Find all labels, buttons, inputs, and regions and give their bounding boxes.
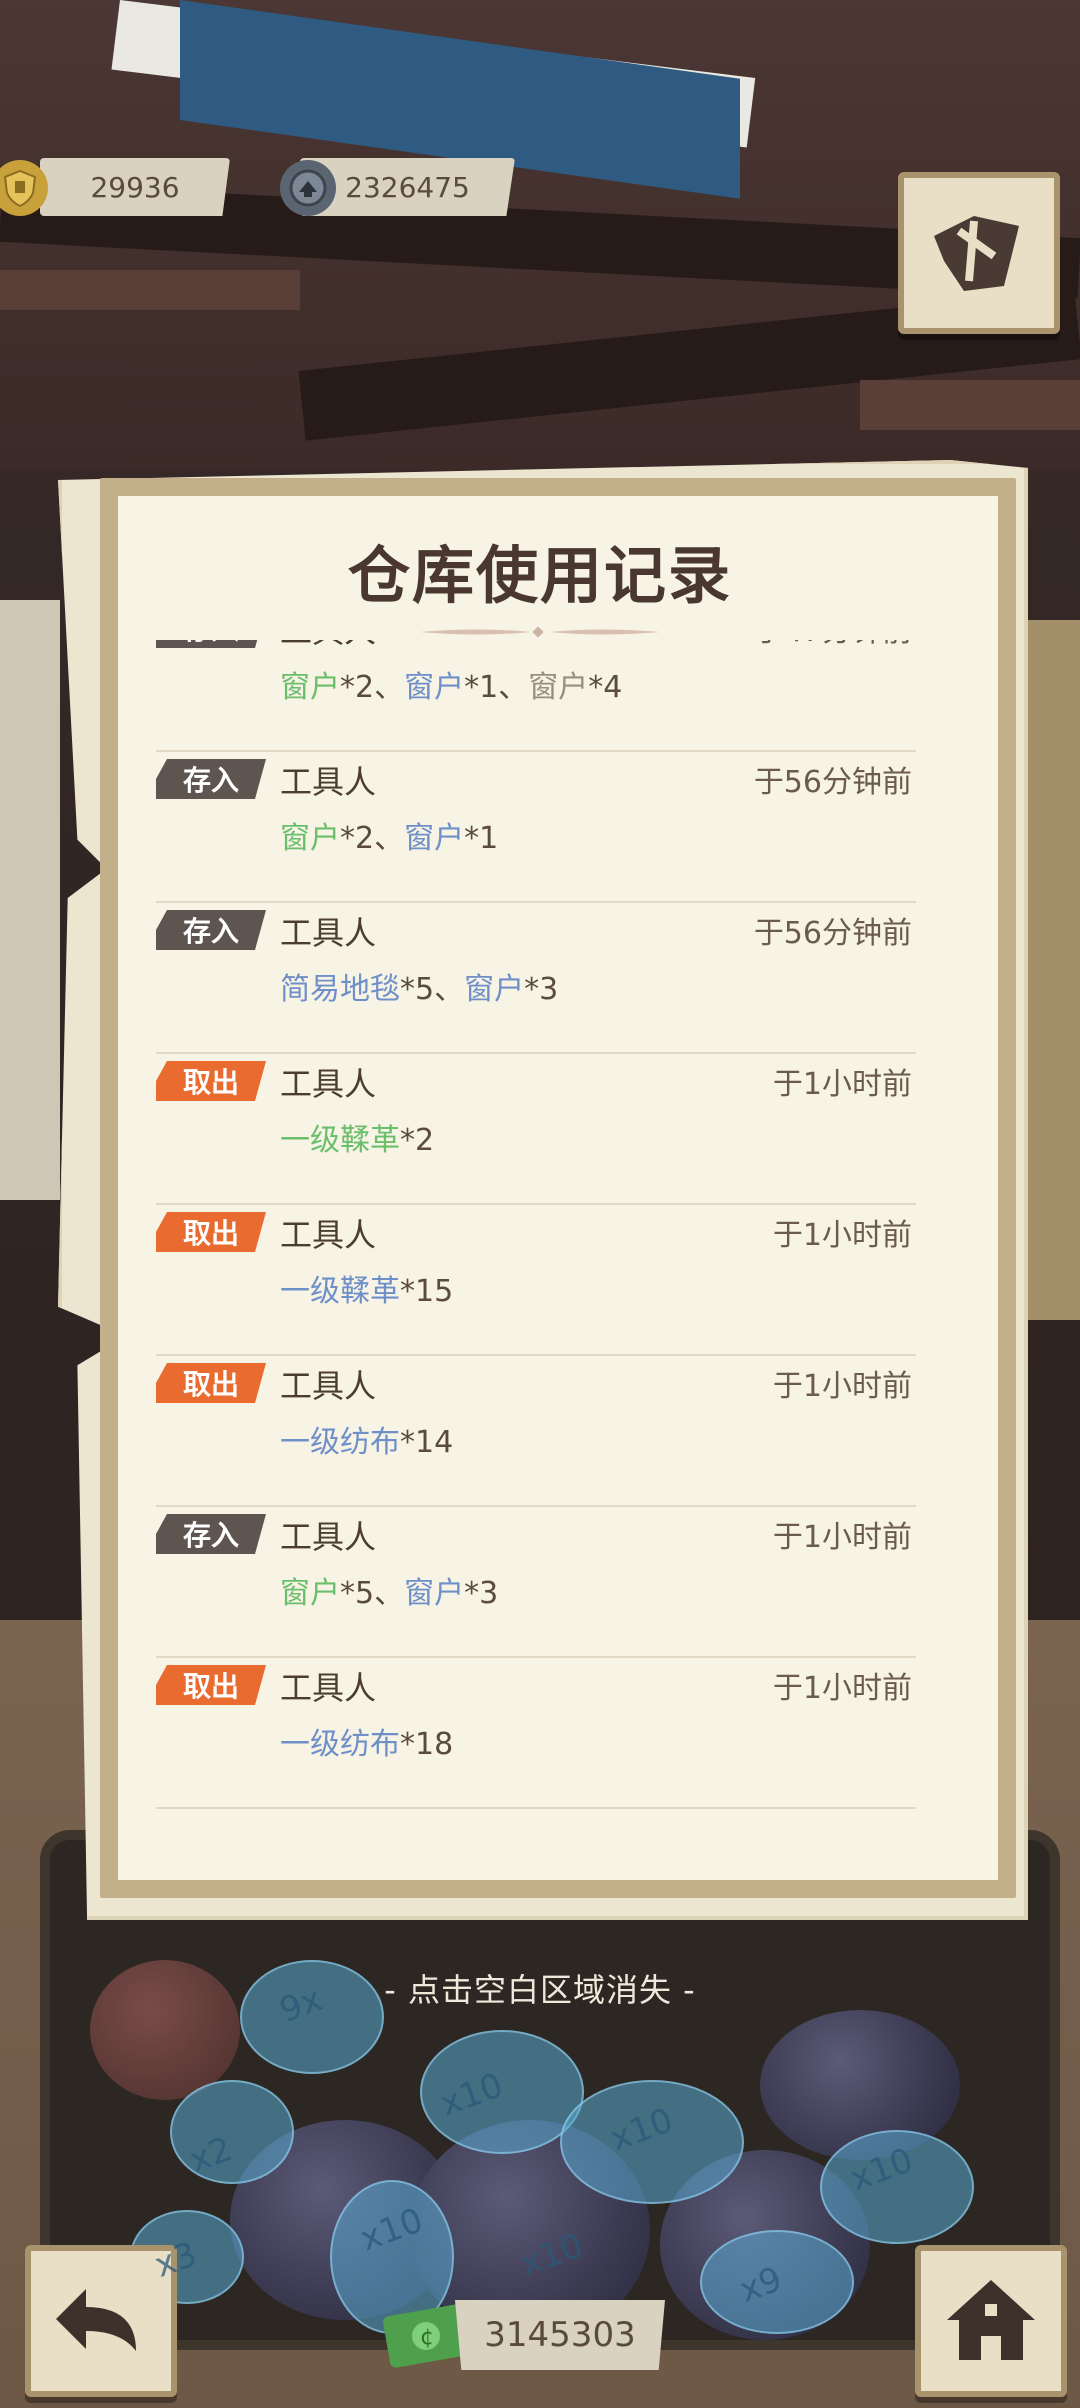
gear-value: 2326475 bbox=[345, 170, 470, 204]
row-divider bbox=[156, 1505, 916, 1507]
page-title: 仓库使用记录 bbox=[347, 539, 732, 612]
withdraw-badge: 取出 bbox=[156, 1061, 266, 1101]
item-quantity: *3 bbox=[524, 972, 559, 1007]
item-quantity: *15 bbox=[400, 1274, 454, 1309]
back-button[interactable] bbox=[25, 2245, 177, 2397]
item-name: 窗户 bbox=[404, 1576, 465, 1611]
record-row: 存入 工具人 于1小时前 窗户*5、窗户*3 bbox=[150, 1508, 930, 1658]
record-items: 一级纺布*18 bbox=[280, 1719, 453, 1763]
map-icon bbox=[924, 201, 1034, 305]
record-actor: 工具人 bbox=[280, 1367, 377, 1405]
item-separator: 、 bbox=[498, 670, 529, 705]
item-name: 窗户 bbox=[404, 670, 465, 705]
item-name: 一级鞣革 bbox=[280, 1123, 400, 1158]
item-name: 简易地毯 bbox=[280, 972, 400, 1007]
record-actor: 工具人 bbox=[280, 763, 377, 801]
wall-cloth bbox=[0, 600, 60, 1200]
record-time: 于56分钟前 bbox=[753, 916, 912, 951]
record-actor: 工具人 bbox=[280, 1669, 377, 1707]
record-actor: 工具人 bbox=[280, 1065, 377, 1103]
item-quantity: *1 bbox=[464, 670, 499, 705]
brick-strip bbox=[0, 270, 300, 310]
gear-icon bbox=[280, 160, 336, 216]
item-separator: 、 bbox=[374, 1576, 405, 1611]
item-name: 一级纺布 bbox=[280, 1425, 400, 1460]
row-divider bbox=[156, 1656, 916, 1658]
record-time: 于1小时前 bbox=[772, 1369, 912, 1404]
record-items: 一级纺布*14 bbox=[280, 1417, 453, 1461]
item-separator: 、 bbox=[374, 821, 405, 856]
item-name: 窗户 bbox=[280, 821, 340, 856]
record-row: 存入工具人于47分钟前窗户*2、窗户*1、窗户*4 bbox=[150, 640, 930, 752]
item-quantity: *18 bbox=[400, 1727, 454, 1762]
cash-value: 3145303 bbox=[484, 2315, 636, 2355]
withdraw-badge: 取出 bbox=[156, 1363, 266, 1403]
item-name: 窗户 bbox=[464, 972, 525, 1007]
item-quantity: *2 bbox=[340, 821, 375, 856]
record-time: 于47分钟前 bbox=[754, 640, 912, 650]
item-name: 一级纺布 bbox=[280, 1727, 400, 1762]
item-name: 窗户 bbox=[528, 670, 589, 705]
row-divider bbox=[156, 1052, 916, 1054]
item-name: 窗户 bbox=[404, 821, 465, 856]
row-divider bbox=[156, 1354, 916, 1356]
record-actor: 工具人 bbox=[280, 914, 377, 952]
home-button[interactable] bbox=[915, 2245, 1067, 2397]
record-time: 于1小时前 bbox=[772, 1520, 912, 1555]
item-name: 窗户 bbox=[280, 670, 340, 705]
item-separator: 、 bbox=[374, 670, 405, 705]
item-name: 一级鞣革 bbox=[280, 1274, 400, 1309]
row-divider bbox=[156, 901, 916, 903]
record-time: 于1小时前 bbox=[772, 1218, 912, 1253]
deposit-badge: 存入 bbox=[156, 759, 266, 799]
title-divider bbox=[420, 627, 660, 637]
svg-text:¢: ¢ bbox=[420, 2325, 434, 2350]
record-items: 一级鞣革*15 bbox=[280, 1266, 453, 1310]
row-divider bbox=[156, 1203, 916, 1205]
record-items: 窗户*5、窗户*3 bbox=[280, 1568, 498, 1612]
record-items: 一级鞣革*2 bbox=[280, 1115, 434, 1159]
record-time: 于1小时前 bbox=[772, 1067, 912, 1102]
record-row: 取出 工具人 于1小时前一级纺布*18 bbox=[150, 1659, 930, 1809]
record-row: 取出 工具人 于1小时前一级鞣革*15 bbox=[150, 1206, 930, 1356]
record-items: 简易地毯*5、窗户*3 bbox=[280, 964, 558, 1008]
record-actor: 工具人 bbox=[280, 1518, 377, 1556]
row-divider bbox=[156, 750, 916, 752]
record-row: 存入 工具人 于56分钟前简易地毯*5、窗户*3 bbox=[150, 904, 930, 1054]
item-quantity: *5 bbox=[340, 1576, 375, 1611]
deposit-badge: 存入 bbox=[156, 1514, 266, 1554]
item-quantity: *3 bbox=[464, 1576, 499, 1611]
record-row: 取出 工具人 于1小时前一级纺布*14 bbox=[150, 1357, 930, 1507]
deposit-badge: 存入 bbox=[156, 910, 266, 950]
withdraw-badge: 取出 bbox=[156, 1212, 266, 1252]
record-row: 取出 工具人 于1小时前一级鞣革*2 bbox=[150, 1055, 930, 1205]
item-quantity: *14 bbox=[400, 1425, 454, 1460]
cash-counter: 3145303 bbox=[455, 2300, 665, 2370]
record-time: 于56分钟前 bbox=[753, 765, 912, 800]
withdraw-badge: 取出 bbox=[156, 1665, 266, 1705]
deposit-badge: 存入 bbox=[156, 640, 266, 648]
brick-strip bbox=[860, 380, 1080, 430]
item-quantity: *5 bbox=[400, 972, 435, 1007]
records-list[interactable]: 存入工具人于47分钟前窗户*2、窗户*1、窗户*4存入工具人于56分钟前窗户*2… bbox=[150, 640, 930, 1840]
back-arrow-icon bbox=[51, 2279, 151, 2363]
item-quantity: *2 bbox=[340, 670, 375, 705]
record-items: 窗户*2、窗户*1、窗户*4 bbox=[280, 662, 622, 706]
item-name: 窗户 bbox=[280, 1576, 340, 1611]
record-time: 于1小时前 bbox=[772, 1671, 912, 1706]
record-items: 窗户*2、窗户*1 bbox=[280, 813, 498, 857]
record-row: 存入 工具人 于56分钟前 窗户*2、窗户*1 bbox=[150, 753, 930, 903]
record-actor: 工具人 bbox=[280, 640, 376, 652]
coin-counter: 29936 bbox=[40, 158, 230, 216]
map-button[interactable] bbox=[898, 172, 1060, 334]
item-quantity: *1 bbox=[464, 821, 499, 856]
coin-value: 29936 bbox=[90, 170, 180, 204]
item-separator: 、 bbox=[434, 972, 465, 1007]
dismiss-hint: - 点击空白区域消失 - bbox=[384, 1971, 696, 2009]
item-quantity: *2 bbox=[400, 1123, 435, 1158]
record-actor: 工具人 bbox=[280, 1216, 377, 1254]
house-icon bbox=[941, 2274, 1041, 2368]
row-divider bbox=[156, 1807, 916, 1809]
item-quantity: *4 bbox=[588, 670, 623, 705]
